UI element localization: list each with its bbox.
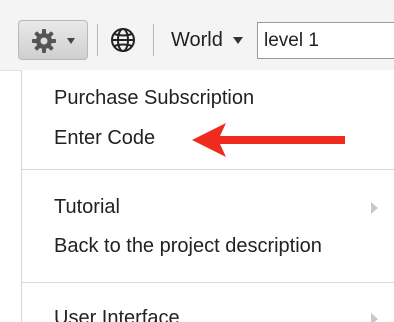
menu-item-purchase-subscription[interactable]: Purchase Subscription (54, 86, 254, 110)
menu-item-user-interface[interactable]: User Interface (54, 306, 180, 322)
menu-item-tutorial[interactable]: Tutorial (54, 195, 120, 219)
level-input[interactable] (257, 22, 394, 59)
settings-dropdown-menu: Purchase Subscription Enter Code Tutoria… (21, 70, 394, 322)
menu-divider (22, 169, 394, 170)
red-arrow-annotation (192, 123, 345, 157)
world-dropdown-icon[interactable] (233, 37, 243, 44)
chevron-right-icon (371, 202, 378, 214)
settings-menu-button[interactable] (18, 20, 88, 60)
chevron-right-icon (371, 313, 378, 322)
menu-divider (22, 282, 394, 283)
chevron-down-icon (67, 38, 75, 44)
toolbar: World (0, 0, 394, 71)
app-window: World Purchase Subscription Enter Code T… (0, 0, 394, 322)
menu-item-back-to-project-description[interactable]: Back to the project description (54, 234, 322, 258)
world-selector-label[interactable]: World (171, 29, 223, 51)
toolbar-divider (97, 24, 98, 56)
globe-icon[interactable] (108, 25, 138, 55)
menu-item-enter-code[interactable]: Enter Code (54, 126, 155, 150)
gear-icon (32, 29, 56, 53)
toolbar-divider (153, 24, 154, 56)
